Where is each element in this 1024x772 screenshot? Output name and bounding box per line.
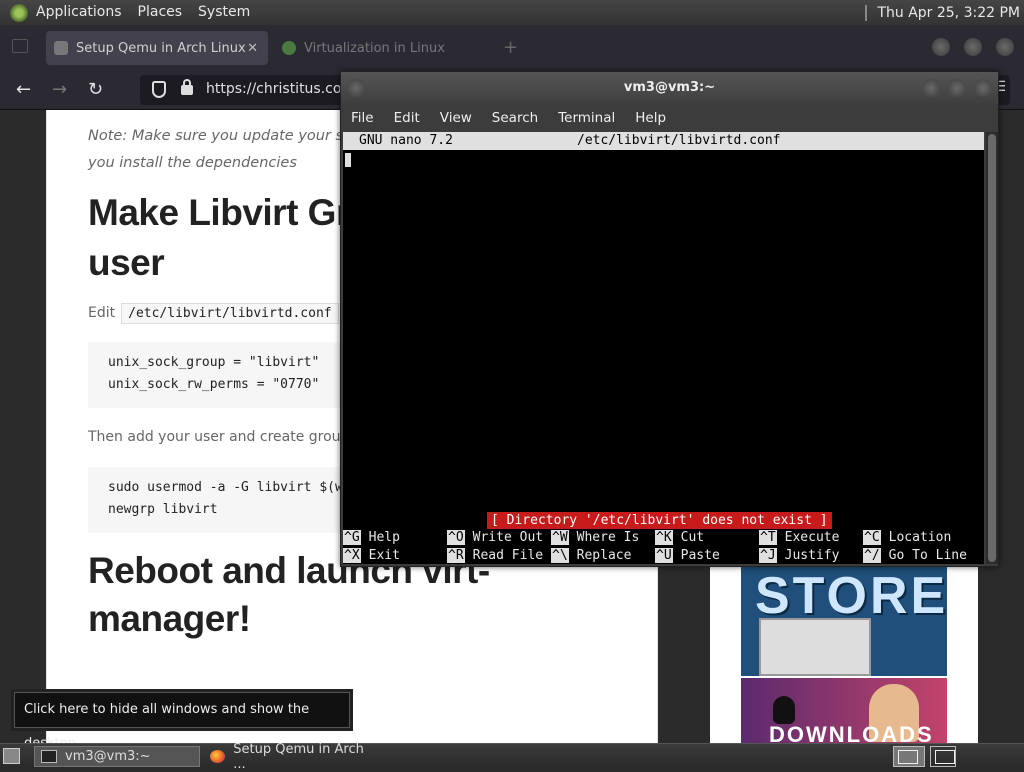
shortcut-execute[interactable]: ^T Execute <box>759 529 839 547</box>
shortcut-row-2: ^X Exit ^R Read File ^\ Replace ^U Paste ^J J… <box>343 547 984 564</box>
tab-title: Virtualization in Linux <box>304 40 445 56</box>
terminal-screen[interactable]: GNU nano 7.2/etc/libvirt/libvirtd.conf [… <box>343 132 984 564</box>
shortcut-row-1: ^G Help ^O Write Out ^W Where Is ^K Cut ^T Ex… <box>343 529 984 547</box>
tux-penguin-icon <box>773 696 795 724</box>
shortcut-replace[interactable]: ^\ Replace <box>551 547 631 564</box>
clock-area: Thu Apr 25, 3:22 PM <box>865 0 1020 25</box>
taskbar-item-firefox[interactable]: Setup Qemu in Arch ... <box>204 742 374 772</box>
inline-code-path: /etc/libvirt/libvirtd.conf <box>121 303 339 324</box>
edit-label: Edit <box>88 305 116 321</box>
menu-view[interactable]: View <box>430 110 482 126</box>
store-banner[interactable]: STORE <box>741 566 947 676</box>
shortcut-cut[interactable]: ^K Cut <box>655 529 704 547</box>
scrollbar-thumb[interactable] <box>988 134 996 562</box>
maximize-icon[interactable] <box>948 79 966 97</box>
nano-filename: /etc/libvirt/libvirtd.conf <box>577 133 781 148</box>
shortcut-exit[interactable]: ^X Exit <box>343 547 400 564</box>
menu-file[interactable]: File <box>341 110 384 126</box>
heading-reboot-line-2: manager! <box>88 598 251 639</box>
favicon-icon <box>54 41 68 55</box>
applications-menu[interactable]: Applications <box>28 0 130 25</box>
terminal-menubar: File Edit View Search Terminal Help <box>341 104 998 132</box>
menu-edit[interactable]: Edit <box>384 110 430 126</box>
favicon-icon <box>282 41 296 55</box>
shortcut-help[interactable]: ^G Help <box>343 529 400 547</box>
terminal-window-controls <box>922 79 992 97</box>
tab-bar: Setup Qemu in Arch Linux ✕ Virtualizatio… <box>0 25 1024 70</box>
clock[interactable]: Thu Apr 25, 3:22 PM <box>877 5 1020 21</box>
browser-window-controls <box>932 38 1014 56</box>
window-menu-icon[interactable] <box>347 79 365 97</box>
panel-separator <box>865 4 868 21</box>
tab-virtualization[interactable]: Virtualization in Linux <box>276 31 476 65</box>
shield-icon[interactable] <box>152 81 166 98</box>
then-paragraph: Then add your user and create group <box>88 429 350 445</box>
minimize-icon[interactable] <box>932 38 950 56</box>
close-icon[interactable] <box>974 79 992 97</box>
forward-arrow-icon[interactable]: → <box>52 79 67 100</box>
show-desktop-icon[interactable] <box>3 748 20 764</box>
back-arrow-icon[interactable]: ← <box>16 79 31 100</box>
menu-help[interactable]: Help <box>625 110 676 126</box>
reload-icon[interactable]: ↻ <box>88 79 103 100</box>
tab-setup-qemu[interactable]: Setup Qemu in Arch Linux ✕ <box>46 31 268 65</box>
show-desktop-tooltip: Click here to hide all windows and show … <box>14 692 350 751</box>
firefox-icon <box>210 750 226 763</box>
terminal-scrollbar[interactable] <box>986 132 998 564</box>
taskbar-item-terminal[interactable]: vm3@vm3:~ <box>34 746 200 767</box>
tab-list-icon[interactable] <box>12 39 28 53</box>
close-icon[interactable] <box>996 38 1014 56</box>
shortcut-justify[interactable]: ^J Justify <box>759 547 839 564</box>
top-panel: Applications Places System Thu Apr 25, 3… <box>0 0 1024 25</box>
maximize-icon[interactable] <box>964 38 982 56</box>
screenshot-image <box>759 618 871 676</box>
store-banner-text: STORE <box>755 567 947 625</box>
downloads-banner[interactable]: DOWNLOADS <box>741 678 947 743</box>
tab-title: Setup Qemu in Arch Linux <box>76 40 246 56</box>
system-menu[interactable]: System <box>190 0 258 25</box>
taskbar-item-label: Setup Qemu in Arch ... <box>233 741 364 772</box>
terminal-title: vm3@vm3:~ <box>623 80 716 95</box>
bottom-taskbar: vm3@vm3:~ Setup Qemu in Arch ... <box>0 742 1024 772</box>
url-text[interactable]: https://christitus.com <box>206 81 355 97</box>
minimize-icon[interactable] <box>922 79 940 97</box>
shortcut-write-out[interactable]: ^O Write Out <box>447 529 543 547</box>
terminal-icon <box>41 750 57 763</box>
shortcut-read-file[interactable]: ^R Read File <box>447 547 543 564</box>
text-cursor <box>345 153 351 167</box>
terminal-titlebar[interactable]: vm3@vm3:~ <box>341 72 998 104</box>
heading-libvirt-line-1: Make Libvirt Gr <box>88 192 350 233</box>
shortcut-go-to-line[interactable]: ^/Go To Line <box>863 547 967 564</box>
taskbar-item-label: vm3@vm3:~ <box>65 749 151 764</box>
shortcut-paste[interactable]: ^U Paste <box>655 547 720 564</box>
distro-logo-icon[interactable] <box>10 3 28 22</box>
shortcut-where-is[interactable]: ^W Where Is <box>551 529 639 547</box>
nano-version: GNU nano 7.2 <box>359 133 453 148</box>
nano-header: GNU nano 7.2/etc/libvirt/libvirtd.conf <box>343 132 984 150</box>
places-menu[interactable]: Places <box>130 0 191 25</box>
menu-search[interactable]: Search <box>482 110 548 126</box>
lock-icon[interactable] <box>181 79 193 95</box>
workspace-1[interactable] <box>893 746 925 767</box>
terminal-window[interactable]: vm3@vm3:~ File Edit View Search Terminal… <box>340 71 999 567</box>
note-line-1: Note: Make sure you update your sys <box>88 128 360 144</box>
workspace-2[interactable] <box>930 746 956 767</box>
shortcut-location[interactable]: ^C Location <box>863 529 951 547</box>
edit-paragraph: Edit/etc/libvirt/libvirtd.conf <box>88 303 339 324</box>
downloads-banner-text: DOWNLOADS <box>769 722 934 743</box>
heading-libvirt-line-2: user <box>88 242 165 283</box>
menu-terminal[interactable]: Terminal <box>548 110 625 126</box>
note-line-2: you install the dependencies <box>88 155 297 171</box>
new-tab-icon[interactable]: + <box>503 37 518 58</box>
nano-status-message: [ Directory '/etc/libvirt' does not exis… <box>487 512 832 529</box>
close-tab-icon[interactable]: ✕ <box>247 41 258 56</box>
